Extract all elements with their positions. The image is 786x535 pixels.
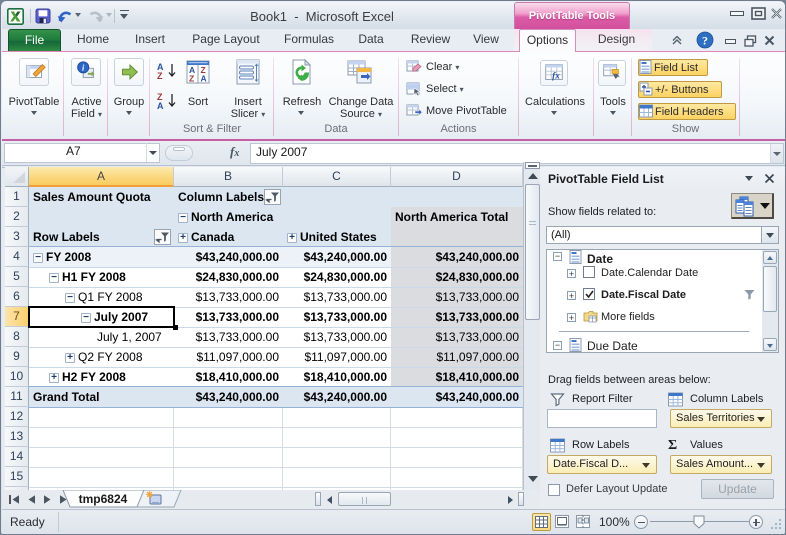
- svg-text:?: ?: [702, 34, 708, 48]
- svg-text:Z: Z: [157, 71, 163, 80]
- svg-text:tmp6824: tmp6824: [79, 492, 128, 506]
- svg-text:A: A: [201, 74, 207, 84]
- svg-text:Z: Z: [189, 74, 194, 84]
- svg-text:A: A: [157, 101, 164, 110]
- svg-text:fx: fx: [552, 71, 560, 81]
